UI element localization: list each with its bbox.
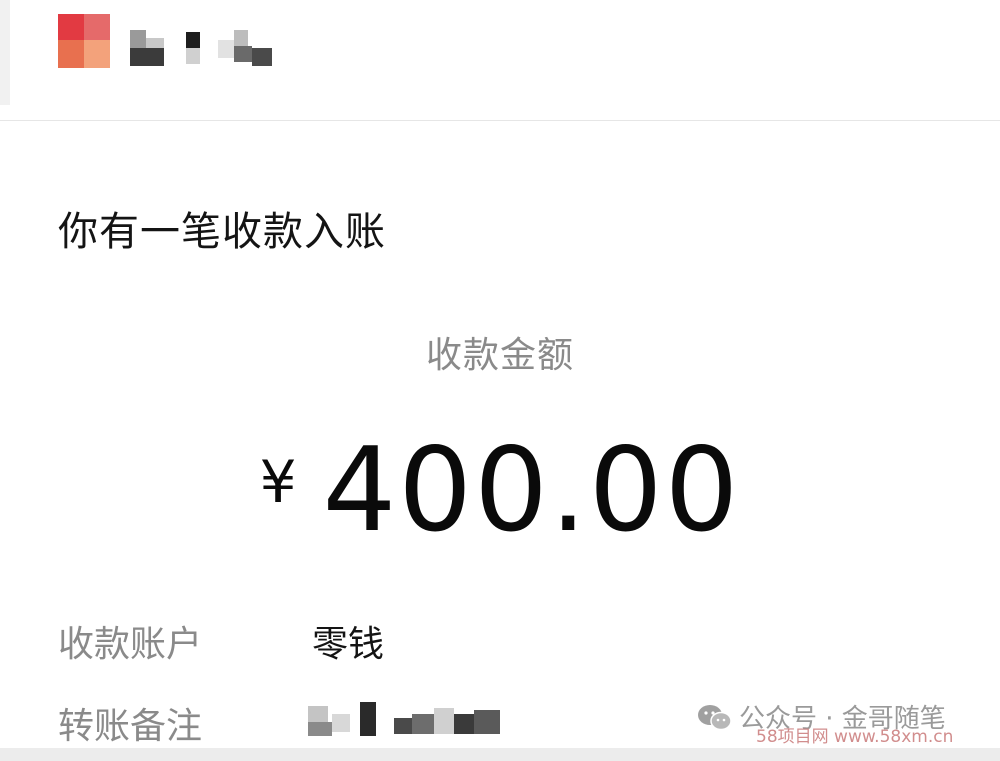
transfer-note-label: 转账备注: [58, 706, 203, 747]
receipt-title: 你有一笔收款入账: [58, 209, 386, 255]
receiving-account-value: 零钱: [312, 624, 385, 665]
amount-label: 收款金额: [425, 335, 574, 376]
receiving-account-label: 收款账户: [58, 624, 203, 665]
pixelated-avatar-icon[interactable]: [58, 14, 110, 68]
amount-display: ¥400.00: [0, 426, 1000, 556]
amount-value: 400.00: [322, 423, 741, 558]
message-header: [0, 0, 1000, 121]
bottom-divider: [0, 748, 1000, 761]
pixelated-sender-name: [130, 28, 275, 68]
wechat-icon: [697, 704, 733, 732]
site-watermark: 58项目网 www.58xm.cn: [756, 727, 954, 747]
currency-symbol: ¥: [259, 448, 297, 516]
header-edge: [0, 0, 10, 105]
pixelated-transfer-note: [308, 700, 503, 740]
